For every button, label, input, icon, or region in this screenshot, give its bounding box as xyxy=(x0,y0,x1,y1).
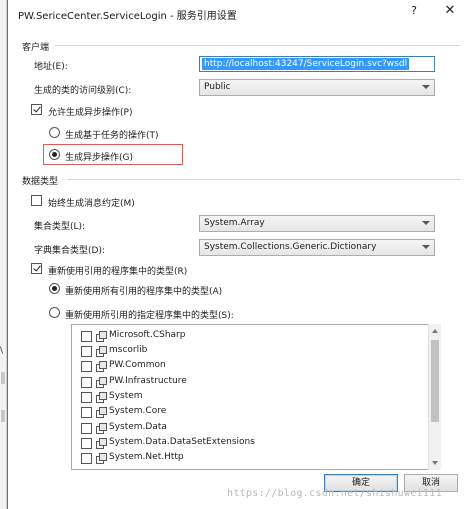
reuse-all-label: 重新使用所有引用的程序集中的类型(A) xyxy=(65,287,223,297)
scroll-thumb[interactable] xyxy=(431,340,439,422)
assembly-checkbox[interactable] xyxy=(81,361,92,372)
assembly-icon xyxy=(96,361,107,372)
background-marker xyxy=(1,410,5,422)
assembly-icon xyxy=(96,453,107,464)
background-marker xyxy=(1,372,5,384)
reuse-all-radio[interactable] xyxy=(49,283,60,294)
allow-async-checkbox[interactable] xyxy=(31,104,42,115)
assembly-checkbox[interactable] xyxy=(81,346,92,357)
assembly-name: mscorlib xyxy=(109,345,148,355)
assembly-list[interactable]: Microsoft.CSharp mscorlib PW.Common PW.I… xyxy=(71,324,441,470)
assembly-checkbox[interactable] xyxy=(81,423,92,434)
chevron-down-icon xyxy=(422,245,430,249)
list-item[interactable]: System.Net.Http xyxy=(72,451,428,466)
reuse-types-checkbox[interactable] xyxy=(31,263,42,274)
address-field[interactable]: http://localhost:43247/ServiceLogin.svc?… xyxy=(199,56,435,72)
assembly-icon xyxy=(96,377,107,388)
assembly-name: System xyxy=(109,391,143,401)
title-bar: PW.SericeCenter.ServiceLogin - 服务引用设置 ? … xyxy=(8,0,474,26)
close-button[interactable]: ✕ xyxy=(440,3,460,21)
assembly-icon xyxy=(96,331,107,342)
assembly-name: System.Net.Http xyxy=(109,452,184,462)
task-based-label: 生成基于任务的操作(T) xyxy=(65,131,159,141)
data-type-group-title: 数据类型 xyxy=(22,177,59,187)
assembly-name: Microsoft.CSharp xyxy=(109,330,186,340)
dictionary-type-value: System.Collections.Generic.Dictionary xyxy=(204,242,377,252)
collection-type-dropdown[interactable]: System.Array xyxy=(199,215,435,232)
scroll-down-icon[interactable] xyxy=(432,461,438,465)
assembly-checkbox[interactable] xyxy=(81,331,92,342)
async-ops-label: 生成异步操作(G) xyxy=(65,153,133,163)
assembly-checkbox[interactable] xyxy=(81,392,92,403)
chevron-down-icon xyxy=(422,221,430,225)
chevron-down-icon xyxy=(422,85,430,89)
list-item[interactable]: System.Data xyxy=(72,421,428,436)
allow-async-label: 允许生成异步操作(P) xyxy=(48,108,133,118)
collection-type-value: System.Array xyxy=(204,218,265,228)
group-divider xyxy=(68,179,460,180)
list-item[interactable]: PW.Infrastructure xyxy=(72,375,428,390)
service-reference-settings-dialog: PW.SericeCenter.ServiceLogin - 服务引用设置 ? … xyxy=(7,0,474,509)
dictionary-type-dropdown[interactable]: System.Collections.Generic.Dictionary xyxy=(199,239,435,256)
window-title: PW.SericeCenter.ServiceLogin - 服务引用设置 xyxy=(18,11,237,22)
always-generate-contracts-checkbox[interactable] xyxy=(31,195,42,206)
list-item[interactable]: Microsoft.CSharp xyxy=(72,329,428,344)
list-item[interactable]: System xyxy=(72,390,428,405)
task-based-radio[interactable] xyxy=(49,127,60,138)
address-value: http://localhost:43247/ServiceLogin.svc?… xyxy=(202,58,410,70)
access-level-label: 生成的类的访问级别(C): xyxy=(34,86,132,96)
assembly-checkbox[interactable] xyxy=(81,453,92,464)
assembly-name: PW.Common xyxy=(109,360,166,370)
assembly-checkbox[interactable] xyxy=(81,377,92,388)
always-generate-contracts-label: 始终生成消息约定(M) xyxy=(48,199,135,209)
reuse-types-label: 重新使用引用的程序集中的类型(R) xyxy=(48,267,188,277)
reuse-specified-label: 重新使用所引用的指定程序集中的类型(S): xyxy=(65,311,234,321)
assembly-checkbox[interactable] xyxy=(81,407,92,418)
async-ops-radio[interactable] xyxy=(49,149,60,160)
assembly-icon xyxy=(96,392,107,403)
assembly-name: System.Core xyxy=(109,406,167,416)
assembly-name: System.Data.DataSetExtensions xyxy=(109,437,255,447)
dictionary-type-label: 字典集合类型(D): xyxy=(34,246,105,256)
access-level-dropdown[interactable]: Public xyxy=(199,79,435,96)
group-divider xyxy=(55,45,460,46)
collection-type-label: 集合类型(L): xyxy=(34,222,86,232)
assembly-icon xyxy=(96,346,107,357)
scroll-up-icon[interactable] xyxy=(432,329,438,333)
list-item[interactable]: PW.Common xyxy=(72,359,428,374)
assembly-icon xyxy=(96,407,107,418)
watermark: https://blog.csdn.net/shishuwei111 xyxy=(227,488,442,499)
help-button[interactable]: ? xyxy=(406,4,422,20)
reuse-specified-radio[interactable] xyxy=(49,307,60,318)
list-item[interactable]: System.Data.DataSetExtensions xyxy=(72,436,428,451)
assembly-name: PW.Infrastructure xyxy=(109,376,187,386)
client-group-title: 客户端 xyxy=(22,43,50,53)
list-item[interactable]: mscorlib xyxy=(72,344,428,359)
background-window-edge: \ xyxy=(0,0,7,509)
assembly-list-scrollbar[interactable] xyxy=(428,324,441,470)
access-level-value: Public xyxy=(204,82,231,92)
assembly-name: System.Data xyxy=(109,422,167,432)
address-label: 地址(E): xyxy=(34,62,68,72)
assembly-icon xyxy=(96,423,107,434)
list-item[interactable]: System.Core xyxy=(72,405,428,420)
background-glyph: \ xyxy=(0,346,4,356)
assembly-icon xyxy=(96,438,107,449)
assembly-checkbox[interactable] xyxy=(81,438,92,449)
